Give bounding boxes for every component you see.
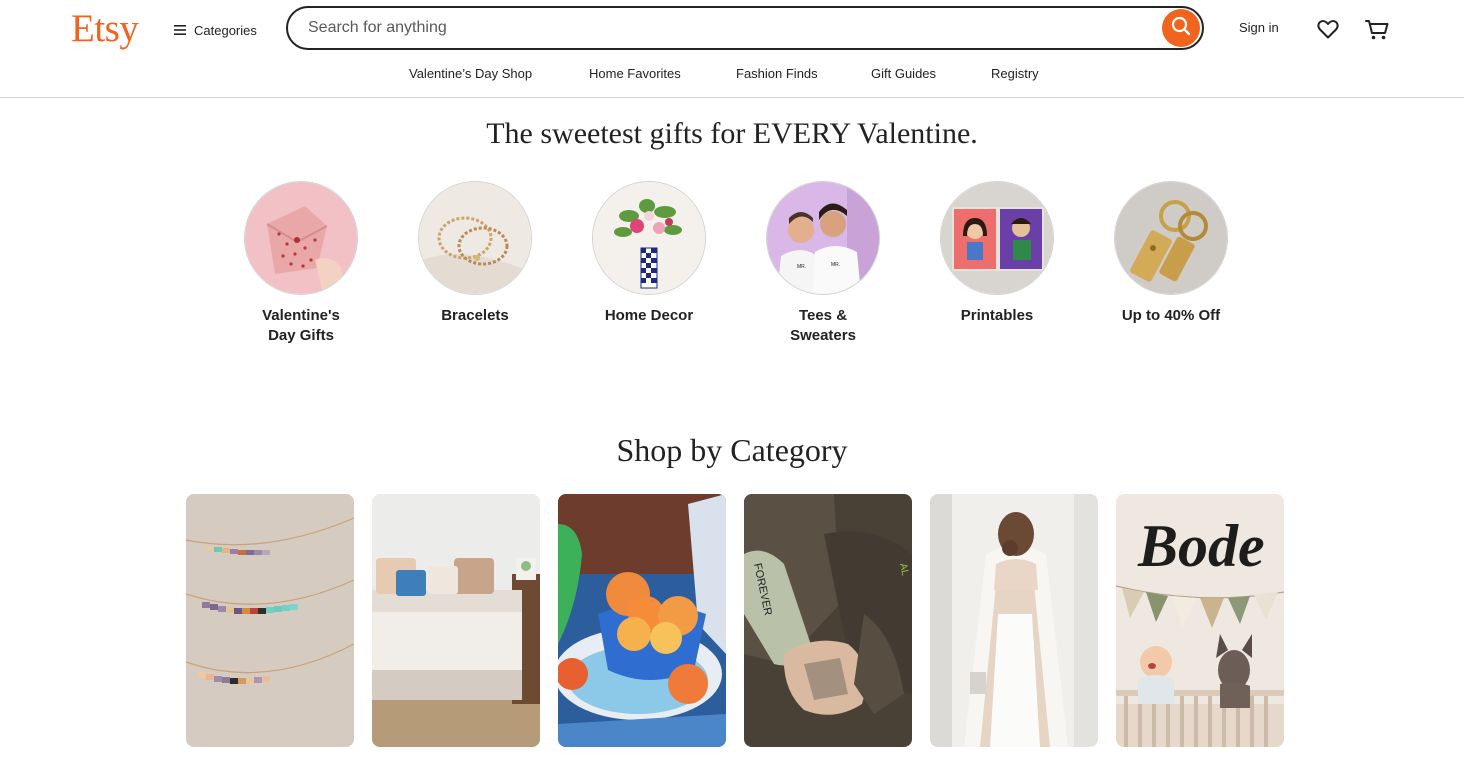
- category-card-jewelry[interactable]: [186, 494, 354, 747]
- circle-valentines-day-gifts[interactable]: Valentine's Day Gifts: [214, 181, 388, 346]
- search-icon: [1170, 15, 1192, 42]
- category-card-bedding[interactable]: [372, 494, 540, 747]
- search-input[interactable]: [306, 18, 1162, 38]
- sub-navigation: Valentine’s Day Shop Home Favorites Fash…: [0, 66, 1464, 86]
- circle-printables[interactable]: Printables: [910, 181, 1084, 326]
- sale-image: [1114, 181, 1228, 295]
- circle-tees-sweaters[interactable]: MR. MR. Tees & Sweaters: [736, 181, 910, 346]
- sign-in-link[interactable]: Sign in: [1239, 20, 1279, 35]
- category-card-nursery[interactable]: Bode: [1116, 494, 1284, 747]
- category-card-wedding[interactable]: [930, 494, 1098, 747]
- home-decor-image: [592, 181, 706, 295]
- etsy-logo[interactable]: Etsy: [71, 6, 139, 52]
- cart-button[interactable]: [1364, 17, 1390, 46]
- circle-label: Home Decor: [604, 307, 694, 324]
- hero-title: The sweetest gifts for EVERY Valentine.: [486, 117, 978, 150]
- circle-label: Printables: [960, 307, 1034, 324]
- bracelets-image: [418, 181, 532, 295]
- sign-text: Bode: [1137, 513, 1265, 579]
- nav-fashion-finds[interactable]: Fashion Finds: [736, 66, 818, 81]
- circle-label: Up to 40% Off: [1121, 307, 1221, 324]
- category-card-art[interactable]: [558, 494, 726, 747]
- cart-icon: [1364, 20, 1390, 45]
- svg-text:MR.: MR.: [831, 262, 840, 268]
- hamburger-icon: [172, 23, 188, 37]
- header-divider: [0, 97, 1464, 98]
- circle-home-decor[interactable]: Home Decor: [562, 181, 736, 326]
- svg-text:MR.: MR.: [797, 264, 806, 270]
- shop-by-category-title: Shop by Category: [616, 432, 848, 468]
- circle-bracelets[interactable]: Bracelets: [388, 181, 562, 326]
- categories-button[interactable]: Categories: [172, 16, 257, 44]
- categories-label: Categories: [194, 22, 257, 38]
- nav-home-favorites[interactable]: Home Favorites: [589, 66, 681, 81]
- printables-image: [940, 181, 1054, 295]
- circle-label: Bracelets: [441, 307, 509, 324]
- search-bar: [286, 6, 1204, 50]
- category-card-sweaters[interactable]: FOREVER AL: [744, 494, 912, 747]
- heart-icon: [1316, 20, 1340, 44]
- valentines-gifts-image: [244, 181, 358, 295]
- favorites-button[interactable]: [1316, 18, 1340, 45]
- tees-sweaters-image: MR. MR.: [766, 181, 880, 295]
- nav-valentines-day-shop[interactable]: Valentine’s Day Shop: [409, 66, 532, 81]
- circle-label: Tees & Sweaters: [790, 307, 856, 344]
- nav-gift-guides[interactable]: Gift Guides: [871, 66, 936, 81]
- nav-registry[interactable]: Registry: [991, 66, 1039, 81]
- circle-up-to-40-off[interactable]: Up to 40% Off: [1084, 181, 1258, 326]
- circle-label: Valentine's Day Gifts: [262, 307, 340, 344]
- search-button[interactable]: [1162, 9, 1200, 47]
